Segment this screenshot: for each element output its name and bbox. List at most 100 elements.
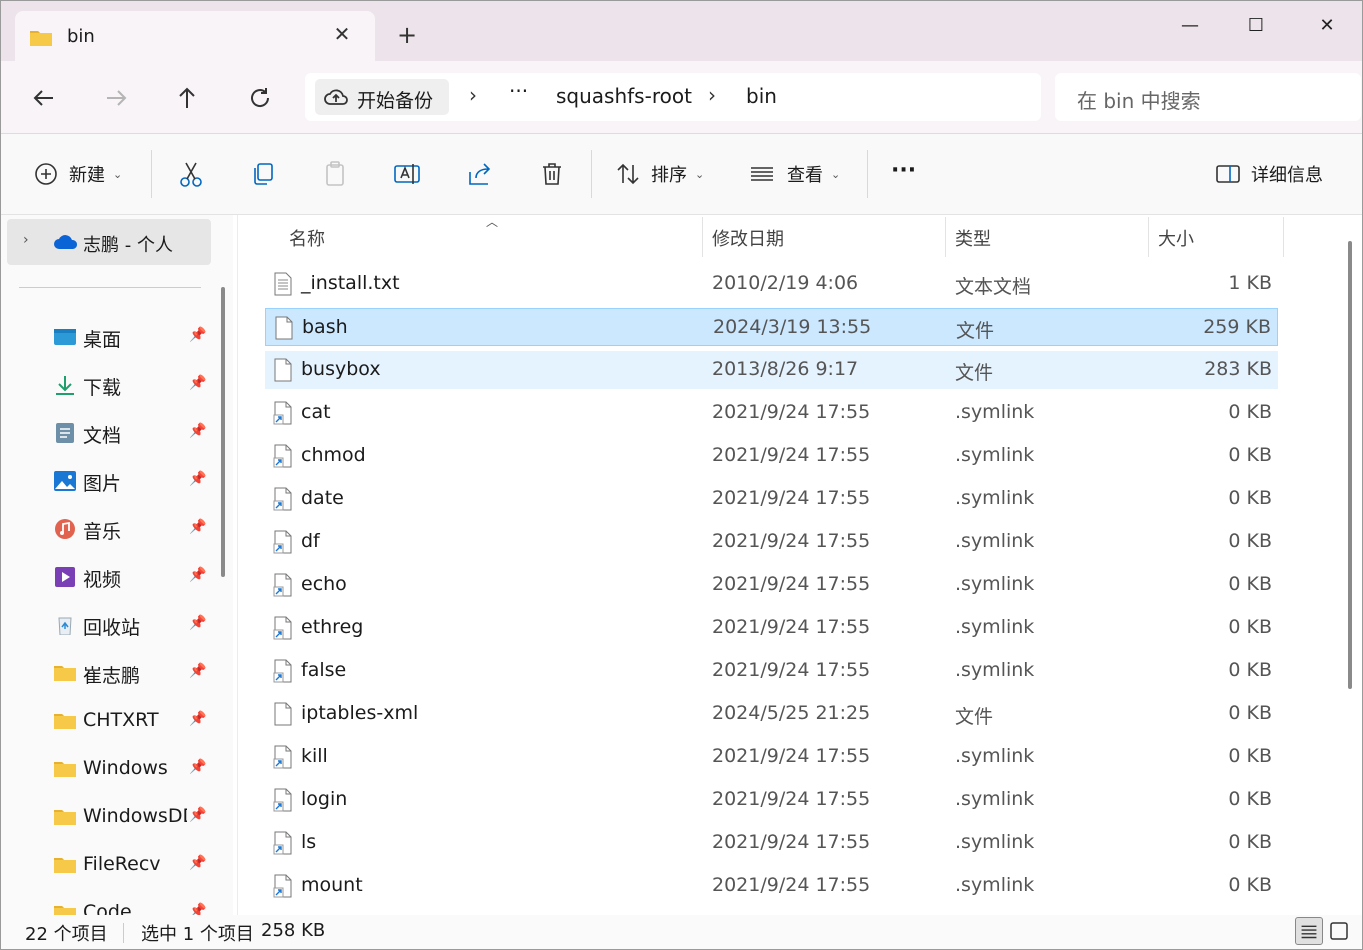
sidebar-item-folder[interactable]: Code 📌: [1, 893, 213, 915]
file-row[interactable]: ethreg 2021/9/24 17:55 .symlink 0 KB: [265, 609, 1278, 647]
maximize-button[interactable]: ☐: [1241, 11, 1271, 41]
details-pane-button[interactable]: 详细信息: [1215, 156, 1323, 192]
file-row[interactable]: echo 2021/9/24 17:55 .symlink 0 KB: [265, 566, 1278, 604]
file-name: busybox: [301, 358, 381, 380]
column-header-name[interactable]: 名称: [289, 225, 325, 251]
file-name: login: [301, 788, 348, 810]
share-icon[interactable]: [464, 158, 496, 190]
start-backup-button[interactable]: 开始备份: [315, 79, 449, 115]
pin-icon[interactable]: 📌: [189, 471, 206, 487]
file-type: .symlink: [955, 401, 1035, 423]
file-type: .symlink: [955, 874, 1035, 896]
column-header-type[interactable]: 类型: [955, 225, 991, 251]
breadcrumb-squashfs-root[interactable]: squashfs-root: [556, 84, 692, 108]
cut-icon[interactable]: [175, 158, 207, 190]
file-list-scrollbar[interactable]: [1348, 241, 1352, 689]
address-bar[interactable]: 开始备份 › ··· squashfs-root › bin: [305, 73, 1041, 121]
shortcut-file-icon: [273, 788, 293, 816]
file-list: ︿ 名称 修改日期 类型 大小 _install.txt 2010/2/19 4:…: [237, 215, 1358, 915]
file-row[interactable]: iptables-xml 2024/5/25 21:25 文件 0 KB: [265, 695, 1278, 733]
sidebar-item-folder[interactable]: 崔志鹏 📌: [1, 653, 213, 693]
rename-icon[interactable]: [391, 158, 423, 190]
sidebar-item-folder[interactable]: FileRecv 📌: [1, 845, 213, 885]
pin-icon[interactable]: 📌: [189, 759, 206, 775]
file-row[interactable]: false 2021/9/24 17:55 .symlink 0 KB: [265, 652, 1278, 690]
sidebar-item-folder[interactable]: WindowsDD 📌: [1, 797, 213, 837]
pin-icon[interactable]: 📌: [189, 375, 206, 391]
sidebar-scrollbar[interactable]: [221, 287, 225, 577]
sidebar-item-desktop[interactable]: 桌面 📌: [1, 317, 213, 357]
pin-icon[interactable]: 📌: [189, 855, 206, 871]
sidebar-item-label: CHTXRT: [83, 709, 159, 731]
delete-icon[interactable]: [536, 158, 568, 190]
up-arrow-icon[interactable]: [170, 81, 204, 115]
sidebar-item-onedrive[interactable]: › 志鹏 - 个人: [7, 219, 211, 265]
chevron-down-icon: ⌄: [113, 167, 123, 181]
file-row[interactable]: bash 2024/3/19 13:55 文件 259 KB: [265, 308, 1278, 346]
file-row[interactable]: ls 2021/9/24 17:55 .symlink 0 KB: [265, 824, 1278, 862]
minimize-button[interactable]: —: [1175, 11, 1205, 41]
pin-icon[interactable]: 📌: [189, 423, 206, 439]
close-window-button[interactable]: ✕: [1312, 11, 1342, 41]
forward-arrow-icon[interactable]: [99, 81, 133, 115]
back-arrow-icon[interactable]: [27, 81, 61, 115]
column-divider[interactable]: [702, 217, 703, 257]
sidebar-item-recycle-bin[interactable]: 回收站 📌: [1, 605, 213, 645]
tab-bin[interactable]: bin ✕: [15, 11, 375, 63]
file-row[interactable]: _install.txt 2010/2/19 4:06 文本文档 1 KB: [265, 265, 1278, 303]
file-row[interactable]: busybox 2013/8/26 9:17 文件 283 KB: [265, 351, 1278, 389]
sidebar-item-folder[interactable]: Windows 📌: [1, 749, 213, 789]
sort-button[interactable]: 排序 ⌄: [615, 156, 704, 192]
sidebar-item-documents[interactable]: 文档 📌: [1, 413, 213, 453]
file-row[interactable]: chmod 2021/9/24 17:55 .symlink 0 KB: [265, 437, 1278, 475]
chevron-right-icon[interactable]: ›: [23, 232, 29, 248]
sidebar-item-music[interactable]: 音乐 📌: [1, 509, 213, 549]
details-view-icon[interactable]: [1295, 917, 1323, 945]
pin-icon[interactable]: 📌: [189, 663, 206, 679]
paste-icon[interactable]: [319, 158, 351, 190]
refresh-icon[interactable]: [243, 81, 277, 115]
tab-close-icon[interactable]: ✕: [331, 23, 353, 45]
pin-icon[interactable]: 📌: [189, 567, 206, 583]
column-divider[interactable]: [945, 217, 946, 257]
separator: [151, 150, 152, 198]
onedrive-cloud-icon: [54, 235, 78, 249]
file-row[interactable]: date 2021/9/24 17:55 .symlink 0 KB: [265, 480, 1278, 518]
new-button[interactable]: 新建 ⌄: [33, 156, 122, 192]
file-row[interactable]: mount 2021/9/24 17:55 .symlink 0 KB: [265, 867, 1278, 905]
pin-icon[interactable]: 📌: [189, 519, 206, 535]
file-row[interactable]: df 2021/9/24 17:55 .symlink 0 KB: [265, 523, 1278, 561]
view-button[interactable]: 查看 ⌄: [749, 156, 840, 192]
column-header-date[interactable]: 修改日期: [712, 225, 784, 251]
file-row[interactable]: login 2021/9/24 17:55 .symlink 0 KB: [265, 781, 1278, 819]
sidebar-item-label: WindowsDD: [83, 805, 187, 827]
breadcrumb-overflow[interactable]: ···: [509, 79, 528, 103]
pin-icon[interactable]: 📌: [189, 903, 206, 915]
download-icon: [56, 376, 74, 395]
pin-icon[interactable]: 📌: [189, 327, 206, 343]
file-type: .symlink: [955, 616, 1035, 638]
sidebar-item-pictures[interactable]: 图片 📌: [1, 461, 213, 501]
sidebar-item-videos[interactable]: 视频 📌: [1, 557, 213, 597]
file-date: 2024/3/19 13:55: [713, 316, 872, 338]
file-row[interactable]: kill 2021/9/24 17:55 .symlink 0 KB: [265, 738, 1278, 776]
sidebar-item-folder[interactable]: CHTXRT 📌: [1, 701, 213, 741]
file-icon: [274, 316, 294, 344]
file-name: df: [301, 530, 320, 552]
pin-icon[interactable]: 📌: [189, 615, 206, 631]
pin-icon[interactable]: 📌: [189, 807, 206, 823]
copy-icon[interactable]: [247, 158, 279, 190]
pin-icon[interactable]: 📌: [189, 711, 206, 727]
search-input[interactable]: 在 bin 中搜索: [1055, 73, 1361, 121]
column-header-size[interactable]: 大小: [1158, 225, 1194, 251]
breadcrumb-bin[interactable]: bin: [746, 84, 777, 108]
column-divider[interactable]: [1148, 217, 1149, 257]
sidebar-item-downloads[interactable]: 下载 📌: [1, 365, 213, 405]
new-tab-button[interactable]: +: [397, 23, 417, 47]
file-date: 2021/9/24 17:55: [712, 530, 871, 552]
file-row[interactable]: cat 2021/9/24 17:55 .symlink 0 KB: [265, 394, 1278, 432]
column-divider[interactable]: [1283, 217, 1284, 257]
more-options-button[interactable]: ···: [891, 152, 916, 188]
large-icons-view-icon[interactable]: [1325, 917, 1353, 945]
file-size: 0 KB: [1228, 616, 1272, 638]
